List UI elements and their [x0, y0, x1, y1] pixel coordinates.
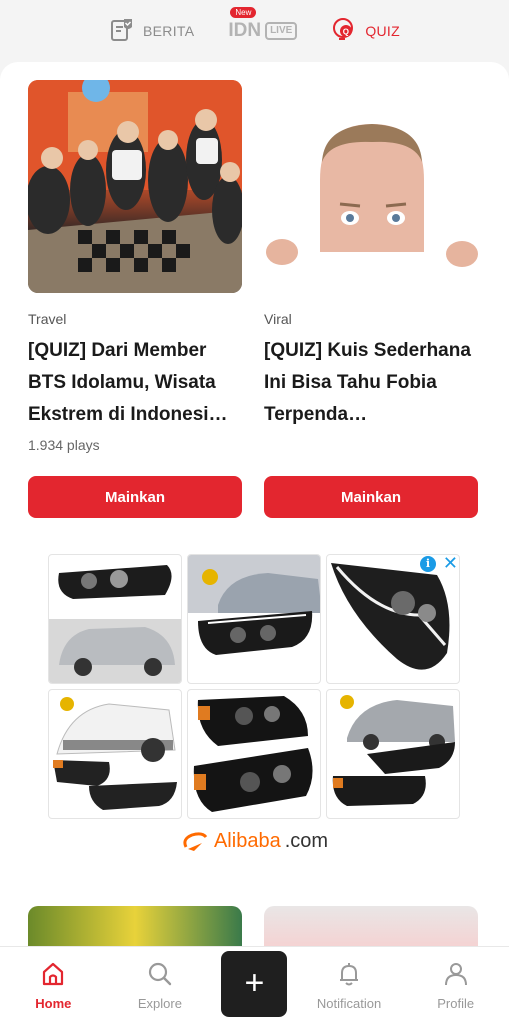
live-badge: LIVE	[265, 22, 298, 40]
quiz-thumbnail[interactable]	[264, 80, 478, 293]
nav-explore-label: Explore	[137, 995, 182, 1011]
quiz-bulb-icon: Q	[331, 17, 357, 46]
bell-icon	[336, 961, 362, 990]
tab-idn-live[interactable]: New IDN LIVE	[228, 7, 298, 42]
svg-text:Q: Q	[343, 27, 350, 36]
quiz-card[interactable]: Travel [QUIZ] Dari Member BTS Idolamu, W…	[28, 80, 242, 455]
create-button[interactable]: +	[221, 950, 288, 1017]
quiz-card[interactable]: Viral [QUIZ] Kuis Sederhana Ini Bisa Tah…	[264, 80, 478, 455]
ad-product-image[interactable]	[187, 554, 321, 684]
quiz-category: Viral	[264, 311, 292, 327]
ad-product-image[interactable]	[326, 554, 460, 684]
quiz-plays: 1.934 plays	[28, 437, 100, 453]
ad-brand-domain: .com	[284, 830, 329, 852]
quiz-plays	[264, 437, 478, 455]
quiz-thumbnail[interactable]	[28, 80, 242, 293]
play-quiz-button[interactable]: Mainkan	[28, 476, 242, 518]
quiz-title[interactable]: [QUIZ] Kuis Sederhana Ini Bisa Tahu Fobi…	[264, 335, 478, 431]
nav-notification[interactable]: Notification	[304, 961, 394, 1011]
top-tab-bar: BERITA New IDN LIVE Q QUIZ	[0, 0, 509, 62]
nav-home[interactable]: Home	[8, 961, 98, 1011]
quiz-category: Travel	[28, 311, 67, 327]
quiz-title[interactable]: [QUIZ] Dari Member BTS Idolamu, Wisata E…	[28, 335, 242, 431]
quiz-thumbnail[interactable]	[28, 906, 242, 946]
tab-berita[interactable]: BERITA	[109, 17, 194, 46]
alibaba-logo-icon	[183, 831, 208, 851]
ad-brand-logo[interactable]: Alibaba .com	[44, 830, 464, 853]
new-badge: New	[230, 7, 257, 18]
plus-icon: +	[244, 964, 265, 1002]
ad-product-image[interactable]	[187, 689, 321, 819]
home-icon	[40, 961, 66, 990]
ad-product-image[interactable]	[48, 689, 182, 819]
nav-profile[interactable]: Profile	[411, 961, 501, 1011]
tab-quiz-label: QUIZ	[365, 23, 400, 39]
ad-product-image[interactable]	[48, 554, 182, 684]
ad-banner[interactable]: i ✕ Alibaba .com	[44, 550, 464, 876]
play-quiz-button[interactable]: Mainkan	[264, 476, 478, 518]
tab-quiz[interactable]: Q QUIZ	[331, 17, 400, 46]
ad-product-image[interactable]	[326, 689, 460, 819]
quiz-grid: Travel [QUIZ] Dari Member BTS Idolamu, W…	[28, 80, 478, 455]
nav-explore[interactable]: Explore	[115, 961, 205, 1011]
news-check-icon	[109, 17, 135, 46]
ad-close-icon[interactable]: ✕	[443, 553, 458, 574]
app-screen: BERITA New IDN LIVE Q QUIZ Travel [QUIZ]…	[0, 0, 509, 1024]
quiz-thumbnail[interactable]	[264, 906, 478, 946]
idn-logo-text: IDN	[228, 20, 262, 41]
person-icon	[443, 961, 469, 990]
nav-profile-label: Profile	[437, 995, 475, 1011]
ad-brand-name: Alibaba	[213, 830, 281, 852]
nav-home-label: Home	[35, 995, 72, 1011]
search-icon	[147, 961, 173, 990]
nav-notification-label: Notification	[316, 995, 382, 1011]
ad-info-icon[interactable]: i	[420, 556, 436, 572]
bottom-nav: Home Explore + Notification Profile	[0, 946, 509, 1024]
tab-berita-label: BERITA	[143, 23, 195, 39]
main-content: Travel [QUIZ] Dari Member BTS Idolamu, W…	[0, 62, 509, 962]
ad-product-grid	[48, 554, 460, 820]
